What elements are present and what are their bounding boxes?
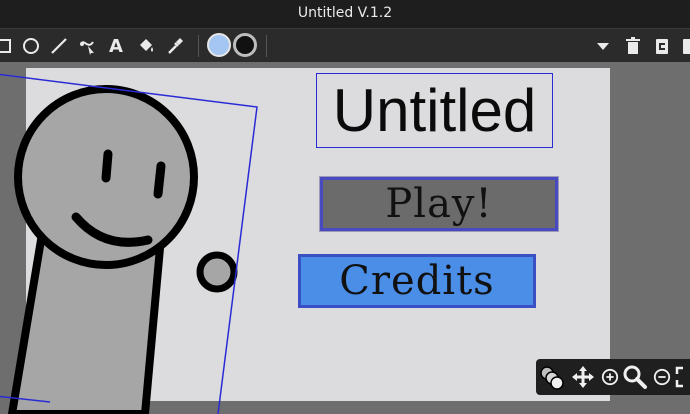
toolbar: A: [0, 28, 690, 62]
fill-bucket-icon[interactable]: [134, 34, 158, 58]
window-title: Untitled V.1.2: [297, 5, 393, 21]
reshape-tool-icon[interactable]: [76, 34, 100, 58]
toolbar-separator: [198, 35, 199, 57]
trash-icon[interactable]: [621, 34, 645, 58]
eyedropper-icon[interactable]: [163, 34, 187, 58]
zoom-out-icon[interactable]: [652, 364, 672, 390]
navigation-panel: [536, 359, 690, 395]
stroke-color-swatch[interactable]: [233, 33, 257, 57]
move-icon[interactable]: [570, 364, 596, 390]
character-left-eye: [101, 149, 113, 183]
play-button-label: Play!: [385, 181, 493, 227]
magnifier-icon[interactable]: [622, 364, 648, 390]
paste-icon[interactable]: [678, 34, 690, 58]
stage-title: Untitled: [332, 76, 537, 144]
play-button[interactable]: Play!: [319, 176, 559, 232]
credits-button[interactable]: Credits: [298, 254, 536, 308]
credits-button-label: Credits: [339, 258, 495, 304]
canvas-workspace[interactable]: Untitled Play! Credits: [0, 62, 690, 414]
title-text-box[interactable]: Untitled: [316, 73, 553, 148]
select-rect-icon[interactable]: [0, 34, 16, 58]
title-bar: Untitled V.1.2: [0, 0, 690, 28]
line-tool-icon[interactable]: [47, 34, 71, 58]
character-right-eye: [153, 161, 166, 199]
text-tool-icon[interactable]: A: [104, 34, 128, 58]
zoom-in-icon[interactable]: [600, 364, 620, 390]
fill-color-swatch[interactable]: [207, 33, 231, 57]
layers-icon[interactable]: [538, 364, 564, 390]
dropdown-arrow-icon[interactable]: [591, 34, 615, 58]
ellipse-tool-icon[interactable]: [19, 34, 43, 58]
toolbar-separator: [266, 35, 267, 57]
fullscreen-icon[interactable]: [674, 364, 690, 390]
copy-icon[interactable]: [650, 34, 674, 58]
character-hand: [196, 251, 238, 293]
